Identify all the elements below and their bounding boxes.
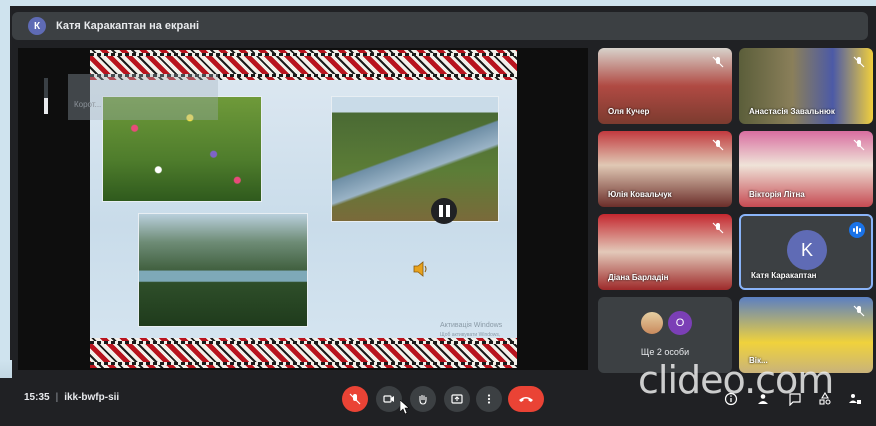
mic-off-icon	[853, 305, 865, 317]
mic-off-icon	[712, 222, 724, 234]
overlay-label: Корот...	[74, 100, 102, 109]
meeting-time: 15:35	[24, 392, 50, 403]
camera-toggle-button[interactable]	[376, 386, 402, 412]
player-overlay	[68, 74, 218, 120]
end-call-icon	[519, 397, 533, 402]
pause-button[interactable]	[431, 198, 457, 224]
camera-icon	[383, 395, 394, 403]
separator: |	[55, 392, 59, 403]
more-vert-icon	[487, 394, 491, 404]
meeting-code[interactable]: ikk-bwfp-sii	[64, 392, 119, 403]
mic-toggle-button[interactable]	[342, 386, 368, 412]
participant-name: Вікторія Літна	[749, 190, 805, 199]
more-avatars: O	[640, 311, 692, 335]
participant-name: Анастасія Завальнюк	[749, 107, 835, 116]
avatar	[640, 311, 664, 335]
watermark: clideo.com	[638, 358, 834, 402]
participant-tile[interactable]: Оля Кучер	[598, 48, 732, 124]
mic-off-icon	[349, 393, 361, 405]
presenting-text: Катя Каракаптан на екрані	[56, 20, 200, 32]
present-icon	[451, 394, 463, 404]
activation-title: Активація Windows	[440, 322, 503, 329]
lock-person-icon	[849, 394, 861, 404]
mic-off-icon	[853, 56, 865, 68]
participant-tile[interactable]: Юлія Ковальчук	[598, 131, 732, 207]
presentation-stage: Активація Windows Щоб активувати Windows…	[18, 48, 588, 370]
participant-tile[interactable]: Діана Барладін	[598, 214, 732, 290]
avatar: K	[787, 230, 827, 270]
mic-off-icon	[853, 139, 865, 151]
more-options-button[interactable]	[476, 386, 502, 412]
presenter-avatar: К	[28, 17, 46, 35]
mic-off-icon	[712, 139, 724, 151]
raise-hand-button[interactable]	[410, 386, 436, 412]
presenting-banner: К Катя Каракаптан на екрані	[12, 12, 868, 40]
more-people-label: Ще 2 особи	[640, 347, 690, 357]
avatar: O	[668, 311, 692, 335]
participant-name: Оля Кучер	[608, 107, 650, 116]
present-button[interactable]	[444, 386, 470, 412]
forest-lake-photo	[138, 213, 308, 327]
volume-bar[interactable]	[44, 78, 48, 114]
participant-tile[interactable]: Вікторія Літна	[739, 131, 873, 207]
hand-icon	[419, 395, 427, 405]
mic-off-icon	[712, 56, 724, 68]
ornament-border-bottom	[90, 338, 517, 368]
participant-name: Юлія Ковальчук	[608, 190, 672, 199]
host-controls-button[interactable]	[846, 390, 864, 408]
speaking-indicator-icon	[849, 222, 865, 238]
participant-name: Катя Каракаптан	[751, 271, 817, 280]
participant-tile-active[interactable]: K Катя Каракаптан	[739, 214, 873, 290]
end-call-button[interactable]	[508, 386, 544, 412]
meeting-info: 15:35 | ikk-bwfp-sii	[24, 392, 119, 403]
participant-name: Діана Барладін	[608, 273, 669, 282]
mountain-river-photo	[331, 96, 499, 222]
speaker-icon[interactable]	[412, 260, 430, 278]
mouse-cursor-icon	[400, 400, 410, 414]
participant-tile[interactable]: Анастасія Завальнюк	[739, 48, 873, 124]
